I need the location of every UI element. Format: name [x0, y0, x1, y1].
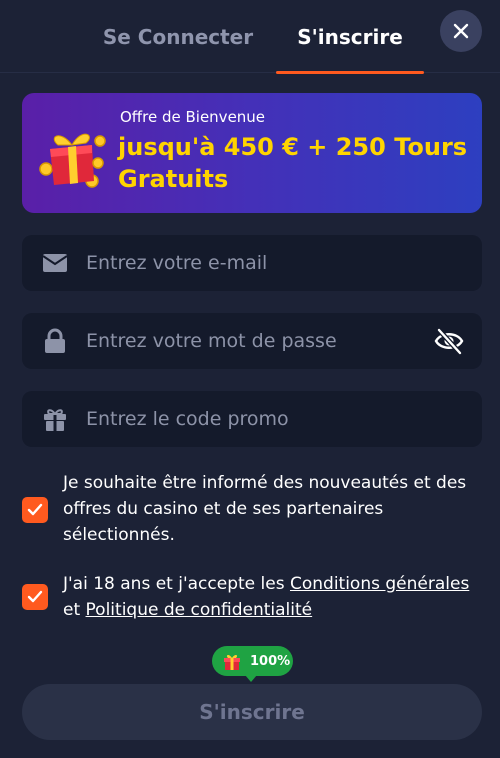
terms-link[interactable]: Conditions générales	[290, 574, 469, 594]
gift-icon	[44, 409, 66, 431]
terms-prefix: J'ai 18 ans et j'accepte les	[63, 574, 290, 594]
progress-value: 100%	[250, 653, 291, 669]
gift-box-icon	[39, 133, 106, 188]
gift-icon	[224, 654, 240, 670]
auth-tabs: Se Connecter S'inscrire	[0, 0, 500, 74]
register-submit-button[interactable]: S'inscrire	[22, 684, 482, 740]
password-field-wrapper	[22, 313, 482, 369]
newsletter-label: Je souhaite être informé des nouveautés …	[63, 473, 467, 545]
banner-subtitle: Offre de Bienvenue	[120, 108, 266, 126]
welcome-offer-banner: Offre de Bienvenue jusqu'à 450 € + 250 T…	[22, 93, 482, 213]
password-field[interactable]	[86, 313, 426, 369]
terms-checkbox[interactable]	[22, 584, 48, 610]
envelope-icon	[42, 254, 68, 272]
email-field-wrapper	[22, 235, 482, 291]
close-button[interactable]	[440, 10, 482, 52]
terms-middle: et	[63, 600, 86, 620]
lock-icon	[45, 328, 65, 353]
privacy-link[interactable]: Politique de confidentialité	[86, 600, 313, 620]
email-field[interactable]	[86, 235, 426, 291]
promo-code-field[interactable]	[86, 391, 426, 447]
promo-field-wrapper	[22, 391, 482, 447]
eye-slash-icon[interactable]	[434, 326, 464, 356]
tab-register[interactable]: S'inscrire	[276, 0, 424, 74]
check-icon	[27, 590, 43, 603]
terms-label: J'ai 18 ans et j'accepte les Conditions …	[63, 571, 483, 623]
newsletter-checkbox[interactable]	[22, 497, 48, 523]
check-icon	[27, 503, 43, 516]
close-icon	[453, 23, 469, 39]
progress-badge: 100%	[212, 646, 293, 682]
banner-title: jusqu'à 450 € + 250 Tours Gratuits	[118, 133, 468, 193]
tab-login[interactable]: Se Connecter	[78, 0, 278, 73]
